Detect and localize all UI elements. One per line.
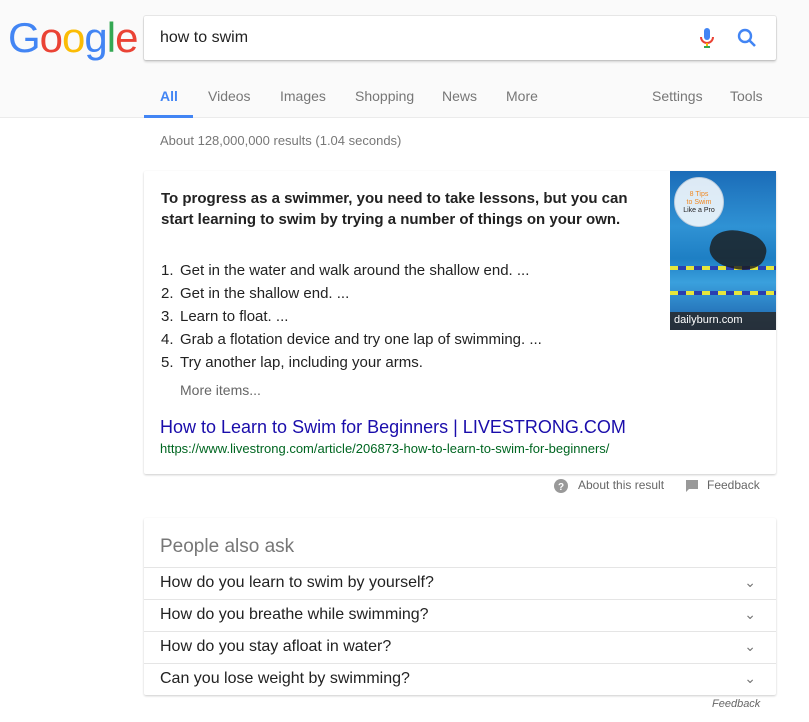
- featured-snippet: To progress as a swimmer, you need to ta…: [144, 171, 776, 474]
- tab-all[interactable]: All: [160, 88, 178, 104]
- tab-videos[interactable]: Videos: [208, 88, 251, 104]
- snippet-steps: 1. Get in the water and walk around the s…: [161, 259, 542, 374]
- tab-settings[interactable]: Settings: [652, 88, 703, 104]
- people-also-ask: People also ask How do you learn to swim…: [144, 518, 776, 695]
- tab-news[interactable]: News: [442, 88, 477, 104]
- tab-shopping[interactable]: Shopping: [355, 88, 414, 104]
- snippet-lead: To progress as a swimmer, you need to ta…: [161, 190, 628, 228]
- list-item: 3. Learn to float. ...: [161, 308, 289, 325]
- paa-question[interactable]: How do you breathe while swimming? ⌄: [144, 599, 776, 631]
- chevron-down-icon: ⌄: [744, 670, 756, 686]
- snippet-image[interactable]: 8 Tips to Swim Like a Pro dailyburn.com: [670, 171, 776, 330]
- image-caption: dailyburn.com: [670, 312, 776, 330]
- tab-images[interactable]: Images: [280, 88, 326, 104]
- about-this-result-link[interactable]: About this result: [578, 478, 664, 492]
- result-title-link[interactable]: How to Learn to Swim for Beginners | LIV…: [160, 417, 626, 438]
- paa-question[interactable]: Can you lose weight by swimming? ⌄: [144, 663, 776, 695]
- paa-feedback-link[interactable]: Feedback: [712, 698, 760, 710]
- feedback-icon[interactable]: [686, 480, 698, 492]
- list-item: 4. Grab a flotation device and try one la…: [161, 331, 542, 348]
- paa-question[interactable]: How do you stay afloat in water? ⌄: [144, 631, 776, 663]
- chevron-down-icon: ⌄: [744, 574, 756, 590]
- active-tab-indicator: [144, 115, 193, 118]
- more-items-link[interactable]: More items...: [180, 382, 261, 398]
- paa-question[interactable]: How do you learn to swim by yourself? ⌄: [144, 567, 776, 599]
- tab-more[interactable]: More: [506, 88, 538, 104]
- search-box: [144, 16, 776, 60]
- chevron-down-icon: ⌄: [744, 606, 756, 622]
- tab-tools[interactable]: Tools: [730, 88, 763, 104]
- microphone-icon[interactable]: [700, 27, 714, 49]
- list-item: 1. Get in the water and walk around the s…: [161, 262, 530, 279]
- list-item: 2. Get in the shallow end. ...: [161, 285, 350, 302]
- search-icon[interactable]: [736, 27, 758, 49]
- google-logo[interactable]: Google: [8, 14, 138, 62]
- search-input[interactable]: [160, 26, 680, 50]
- result-stats: About 128,000,000 results (1.04 seconds): [160, 133, 402, 148]
- image-badge: 8 Tips to Swim Like a Pro: [674, 177, 724, 227]
- svg-text:?: ?: [558, 482, 564, 493]
- chevron-down-icon: ⌄: [744, 638, 756, 654]
- list-item: 5. Try another lap, including your arms.: [161, 354, 423, 371]
- result-url: https://www.livestrong.com/article/20687…: [160, 441, 610, 456]
- feedback-link[interactable]: Feedback: [707, 478, 760, 492]
- header: Google All Videos Images Shopping News M…: [0, 0, 809, 118]
- help-icon[interactable]: ?: [554, 479, 568, 493]
- paa-title: People also ask: [160, 536, 295, 557]
